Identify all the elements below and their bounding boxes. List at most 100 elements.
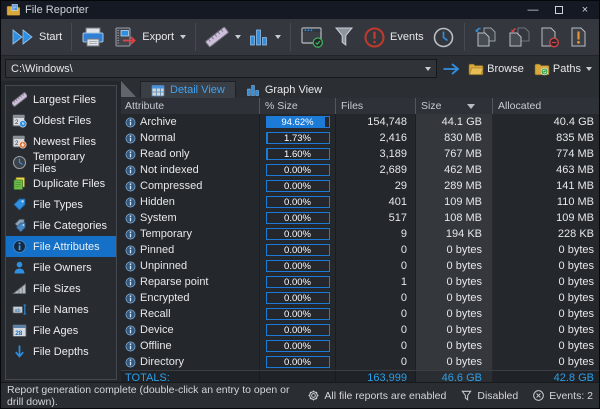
filter-status[interactable]: Disabled	[460, 389, 518, 402]
percent-bar: 0.00%	[265, 356, 330, 368]
table-row[interactable]: Compressed 0.00% 29 289 MB 141 MB	[121, 178, 599, 194]
size-value: 0 bytes	[416, 290, 493, 306]
percent-label: 0.00%	[284, 324, 311, 336]
sidebar-item-duplicate-files[interactable]: Duplicate Files	[6, 173, 116, 194]
report-warnings-button[interactable]	[565, 21, 594, 53]
events-button[interactable]: Events	[359, 21, 428, 53]
sidebar-item-file-sizes[interactable]: File Sizes	[6, 278, 116, 299]
toolbar-separator	[195, 23, 197, 51]
table-row[interactable]: Normal 1.73% 2,416 830 MB 835 MB	[121, 130, 599, 146]
sidebar-item-file-attributes[interactable]: File Attributes	[6, 236, 116, 257]
status-message: Report generation complete (double-click…	[7, 383, 290, 408]
allocated-value: 774 MB	[556, 148, 594, 160]
percent-label: 1.60%	[284, 148, 311, 160]
remove-report-button[interactable]	[534, 21, 565, 53]
column-header-files[interactable]: Files	[336, 98, 416, 114]
go-button[interactable]	[441, 61, 461, 77]
clock-icon	[433, 27, 453, 47]
sidebar-item-temporary-files[interactable]: Temporary Files	[6, 151, 116, 175]
history-button[interactable]	[428, 21, 459, 53]
files-count: 2,689	[336, 162, 416, 178]
table-row[interactable]: Recall 0.00% 0 0 bytes 0 bytes	[121, 306, 599, 322]
column-header-percent-size[interactable]: % Size	[260, 98, 336, 114]
sidebar-item-oldest-files[interactable]: 2 Oldest Files	[6, 110, 116, 131]
table-row[interactable]: System 0.00% 517 108 MB 109 MB	[121, 210, 599, 226]
sidebar-item-file-depths[interactable]: File Depths	[6, 341, 116, 362]
tab-detail-view-label: Detail View	[170, 84, 225, 96]
minimize-button[interactable]: —	[521, 2, 545, 18]
size-value: 767 MB	[416, 146, 493, 162]
calendar-old-icon: 2	[12, 113, 27, 128]
attribute-name: Reparse point	[140, 276, 209, 288]
copy-report-button[interactable]	[470, 21, 502, 53]
graph-view-icon	[247, 85, 259, 96]
measure-button[interactable]	[201, 21, 245, 53]
percent-bar: 0.00%	[265, 276, 330, 288]
table-row[interactable]: Unpinned 0.00% 0 0 bytes 0 bytes	[121, 258, 599, 274]
folder-icon	[468, 63, 484, 75]
table-row[interactable]: Hidden 0.00% 401 109 MB 110 MB	[121, 194, 599, 210]
table-row[interactable]: Not indexed 0.00% 2,689 462 MB 463 MB	[121, 162, 599, 178]
table-row[interactable]: Pinned 0.00% 0 0 bytes 0 bytes	[121, 242, 599, 258]
path-input[interactable]: C:\Windows\	[5, 59, 438, 78]
report-pane: Detail View Graph View Attribute % Size …	[121, 81, 599, 384]
table-row[interactable]: Read only 1.60% 3,189 767 MB 774 MB	[121, 146, 599, 162]
size-value: 462 MB	[416, 162, 493, 178]
size-value: 0 bytes	[416, 354, 493, 370]
start-button[interactable]: Start	[7, 21, 66, 53]
table-row[interactable]: Directory 0.00% 0 0 bytes 0 bytes	[121, 354, 599, 370]
toolbar-separator	[463, 23, 465, 51]
sidebar-item-largest-files[interactable]: Largest Files	[6, 89, 116, 110]
svg-text:ab: ab	[15, 308, 21, 314]
browse-button[interactable]: Browse	[465, 61, 527, 77]
path-dropdown-icon[interactable]	[425, 66, 432, 71]
tab-detail-view[interactable]: Detail View	[140, 81, 236, 98]
export-caret-icon	[180, 35, 187, 39]
files-count: 401	[336, 194, 416, 210]
scheduled-reports-button[interactable]	[296, 21, 329, 53]
attribute-name: Temporary	[140, 228, 192, 240]
table-row[interactable]: Offline 0.00% 0 0 bytes 0 bytes	[121, 338, 599, 354]
column-header-size[interactable]: Size	[416, 98, 493, 114]
sidebar-item-file-ages[interactable]: 28 File Ages	[6, 320, 116, 341]
print-button[interactable]	[77, 21, 109, 53]
tab-graph-view[interactable]: Graph View	[236, 81, 332, 98]
table-row[interactable]: Reparse point 0.00% 1 0 bytes 0 bytes	[121, 274, 599, 290]
events-status[interactable]: Events: 2	[532, 389, 593, 402]
sidebar-item-file-owners[interactable]: File Owners	[6, 257, 116, 278]
percent-label: 0.00%	[284, 292, 311, 304]
attribute-name: Compressed	[140, 180, 203, 192]
sidebar-item-file-types[interactable]: File Types	[6, 194, 116, 215]
allocated-value: 40.4 GB	[553, 116, 594, 128]
export-button[interactable]: Export	[109, 21, 190, 53]
files-count: 517	[336, 210, 416, 226]
allocated-value: 228 KB	[557, 228, 594, 240]
table-row[interactable]: Device 0.00% 0 0 bytes 0 bytes	[121, 322, 599, 338]
info-icon	[125, 149, 136, 160]
app-icon	[6, 4, 20, 16]
percent-label: 0.00%	[284, 244, 311, 256]
close-button[interactable]: ×	[573, 2, 597, 18]
pane-corner-decoration	[121, 81, 136, 97]
table-row[interactable]: Temporary 0.00% 9 194 KB 228 KB	[121, 226, 599, 242]
attribute-name: Offline	[140, 340, 172, 352]
sidebar-item-file-categories[interactable]: File Categories	[6, 215, 116, 236]
column-header-allocated[interactable]: Allocated	[493, 98, 599, 114]
sort-descending-icon	[467, 103, 476, 109]
paths-button[interactable]: Paths	[531, 61, 595, 77]
percent-label: 0.00%	[284, 356, 311, 368]
info-icon	[125, 181, 136, 192]
chart-button[interactable]	[245, 21, 285, 53]
maximize-button[interactable]	[547, 2, 571, 18]
column-header-attribute[interactable]: Attribute	[121, 98, 260, 114]
sidebar-item-file-names[interactable]: ab File Names	[6, 299, 116, 320]
table-row[interactable]: Encrypted 0.00% 0 0 bytes 0 bytes	[121, 290, 599, 306]
info-icon	[125, 245, 136, 256]
filter-button[interactable]	[329, 21, 359, 53]
reports-status[interactable]: All file reports are enabled	[307, 389, 446, 402]
table-row[interactable]: Archive 94.62% 154,748 44.1 GB 40.4 GB	[121, 114, 599, 130]
import-report-button[interactable]	[502, 21, 534, 53]
attribute-name: Read only	[140, 148, 190, 160]
sidebar-item-newest-files[interactable]: 2 Newest Files	[6, 131, 116, 152]
attribute-name: Normal	[140, 132, 176, 144]
